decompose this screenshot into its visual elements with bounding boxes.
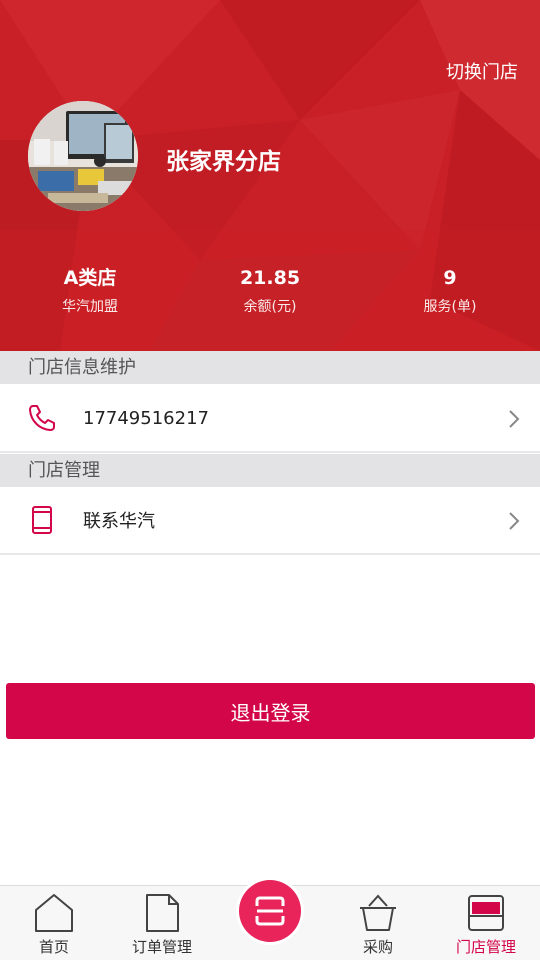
contact-label: 联系华汽 [83, 511, 155, 532]
contact-row[interactable]: 联系华汽 [0, 487, 540, 555]
chevron-right-icon [509, 410, 520, 428]
store-avatar[interactable] [28, 101, 138, 211]
tab-purchase[interactable]: 采购 [324, 886, 432, 960]
logout-button[interactable]: 退出登录 [6, 683, 535, 739]
section-header-store-manage: 门店管理 [0, 454, 540, 487]
phone-row[interactable]: 17749516217 [0, 385, 540, 453]
phone-number: 17749516217 [83, 407, 209, 429]
stat-value: A类店 [63, 267, 117, 289]
stat-balance: 21.85 余额(元) [180, 264, 360, 316]
tab-orders[interactable]: 订单管理 [108, 886, 216, 960]
tab-label: 门店管理 [455, 938, 516, 956]
tablet-icon [32, 506, 52, 534]
store-header: 切换门店 张家界分店 A类店 华汽加盟 21.85 余额(元) 9 服务(单) [0, 0, 540, 351]
basket-icon [360, 894, 396, 931]
chevron-right-icon [509, 512, 520, 530]
store-icon [468, 895, 504, 931]
document-icon [146, 894, 179, 932]
tab-label: 首页 [38, 938, 69, 956]
tab-label: 订单管理 [131, 938, 192, 956]
stat-store-class: A类店 华汽加盟 [0, 264, 180, 316]
store-stats: A类店 华汽加盟 21.85 余额(元) 9 服务(单) [0, 264, 540, 316]
scan-button[interactable] [236, 877, 304, 945]
stat-label: 余额(元) [243, 299, 297, 315]
section-header-store-info: 门店信息维护 [0, 351, 540, 384]
scan-button-circle [239, 880, 301, 942]
stat-label: 华汽加盟 [62, 299, 118, 315]
store-name: 张家界分店 [166, 149, 281, 175]
tab-home[interactable]: 首页 [0, 886, 108, 960]
tab-store-manage[interactable]: 门店管理 [432, 886, 540, 960]
phone-icon [29, 405, 55, 431]
stat-value: 9 [443, 267, 457, 289]
stat-value: 21.85 [239, 267, 301, 289]
home-icon [35, 894, 73, 932]
stat-services: 9 服务(单) [360, 264, 540, 316]
tab-label: 采购 [362, 938, 393, 956]
store-photo [28, 101, 138, 211]
stat-label: 服务(单) [423, 299, 477, 315]
switch-store-link[interactable]: 切换门店 [446, 58, 518, 84]
scan-icon [255, 896, 285, 926]
